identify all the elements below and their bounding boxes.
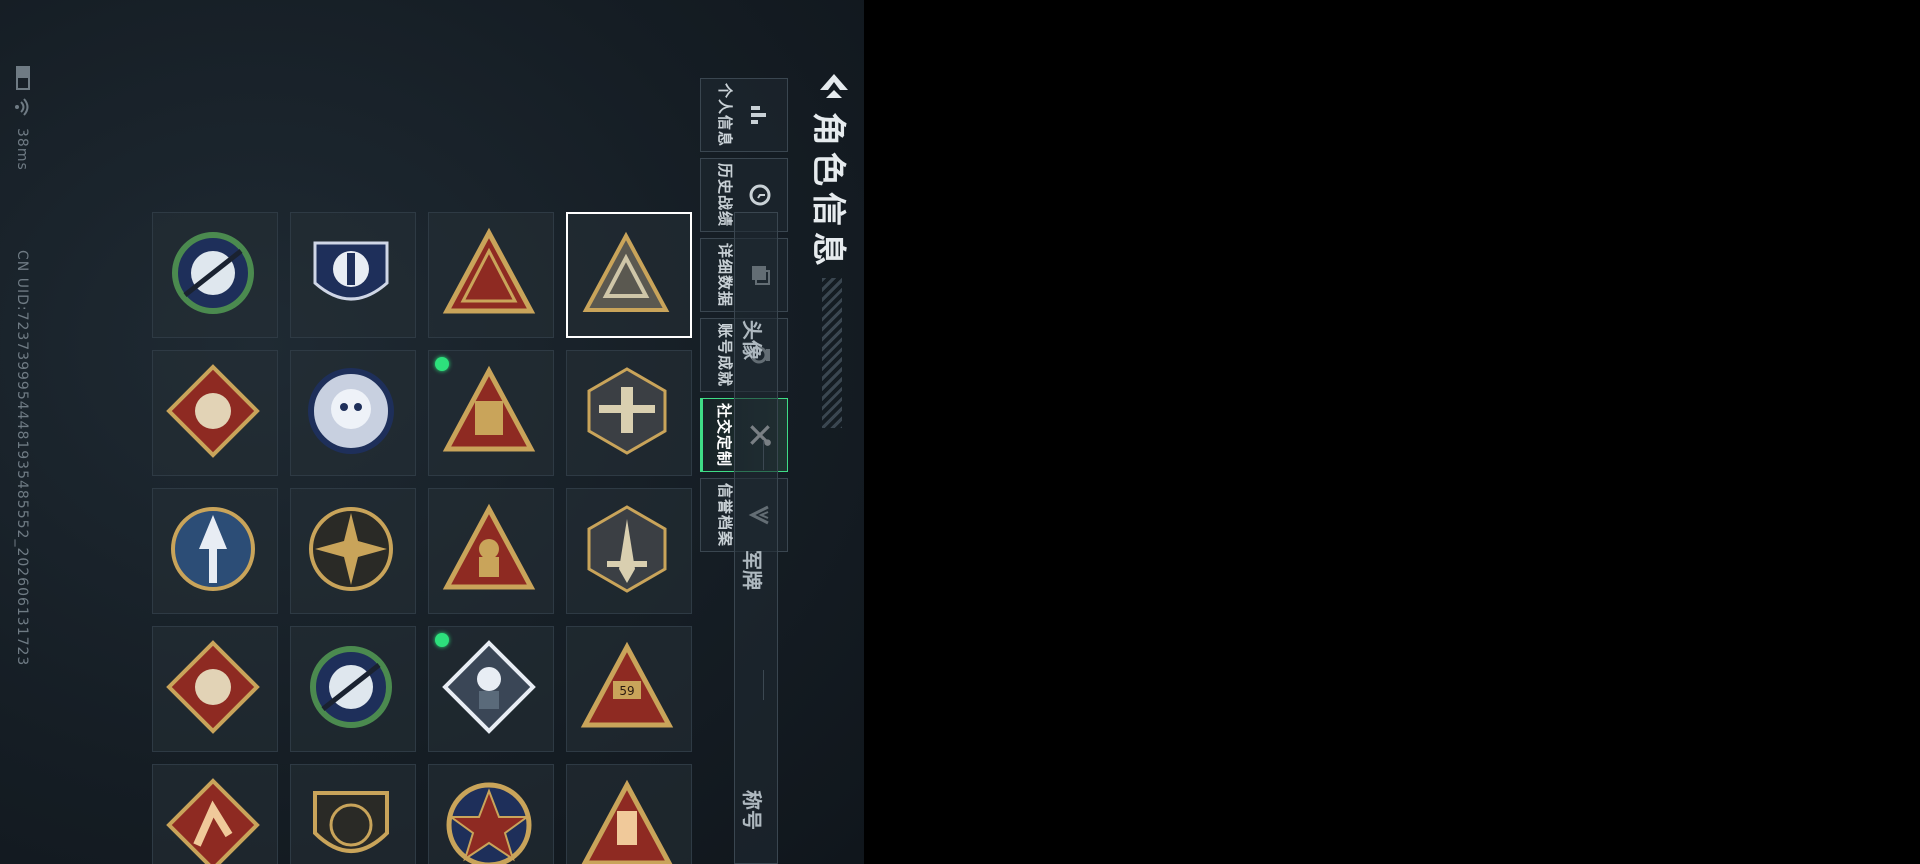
svg-text:59: 59 bbox=[619, 684, 634, 698]
badge-cell[interactable] bbox=[152, 212, 278, 338]
back-arrow-icon bbox=[820, 74, 848, 98]
bar-chart-icon bbox=[743, 103, 773, 127]
gun-shield-emblem-icon bbox=[301, 775, 401, 864]
badge-cell[interactable] bbox=[290, 350, 416, 476]
fist-diamond-emblem-icon bbox=[439, 637, 539, 741]
clock-icon bbox=[743, 183, 773, 207]
rotated-content: 角色信息 个人信息 历史战绩 详细数据 账号成就 社交定制 信誉档案 头像 军牌 称号 59 … bbox=[0, 0, 864, 864]
tab-label: 社交定制 bbox=[715, 402, 734, 467]
new-indicator-dot bbox=[435, 357, 449, 371]
category-divider bbox=[763, 440, 764, 470]
badge-cell[interactable] bbox=[428, 350, 554, 476]
sword-emblem-icon bbox=[577, 499, 677, 603]
category-divider bbox=[763, 670, 764, 700]
aircraft-emblem-icon bbox=[577, 361, 677, 465]
badge-cell[interactable] bbox=[428, 212, 554, 338]
tab-label: 个人信息 bbox=[716, 82, 735, 147]
back-button[interactable] bbox=[816, 68, 852, 104]
badge-cell[interactable] bbox=[152, 350, 278, 476]
battery-icon bbox=[16, 66, 30, 90]
badge-cell[interactable] bbox=[566, 350, 692, 476]
chevron-triangle-emblem-icon bbox=[439, 223, 539, 327]
title-decor bbox=[822, 278, 842, 428]
category-rail bbox=[734, 212, 778, 864]
page-title: 角色信息 bbox=[808, 112, 848, 272]
badge-cell[interactable] bbox=[152, 764, 278, 864]
laurel-shield-emblem-icon bbox=[301, 223, 401, 327]
uid-readout: CN UID:72373999544481935485552_202606131… bbox=[14, 250, 30, 667]
sniper-emblem-icon bbox=[301, 637, 401, 741]
badge-cell[interactable] bbox=[428, 488, 554, 614]
badge-cell[interactable] bbox=[290, 764, 416, 864]
badge-cell[interactable] bbox=[566, 764, 692, 864]
kick-emblem-icon bbox=[163, 775, 263, 864]
badge-cell[interactable] bbox=[290, 626, 416, 752]
crown-59-emblem-icon: 59 bbox=[577, 637, 677, 741]
triangle-emblem-icon bbox=[576, 224, 676, 328]
wifi-icon bbox=[14, 98, 30, 116]
badge-cell[interactable] bbox=[566, 212, 692, 338]
tower-triangle-emblem-icon bbox=[439, 361, 539, 465]
category-tab[interactable]: 头像 bbox=[739, 320, 768, 360]
dragon-emblem-icon bbox=[163, 637, 263, 741]
star-medal-emblem-icon bbox=[439, 775, 539, 864]
badge-cell[interactable] bbox=[290, 488, 416, 614]
sunburst-emblem-icon bbox=[301, 499, 401, 603]
wolf-emblem-icon bbox=[163, 361, 263, 465]
badge-cell[interactable] bbox=[152, 626, 278, 752]
hand-sign-emblem-icon bbox=[577, 775, 677, 864]
category-tab[interactable]: 军牌 bbox=[739, 550, 768, 590]
tab-bar-chart[interactable]: 个人信息 bbox=[700, 78, 788, 152]
soldier-triangle-emblem-icon bbox=[439, 499, 539, 603]
badge-cell[interactable] bbox=[566, 488, 692, 614]
ping-readout: 38ms bbox=[14, 128, 30, 171]
character-info-screen: 角色信息 个人信息 历史战绩 详细数据 账号成就 社交定制 信誉档案 头像 军牌 称号 59 … bbox=[0, 0, 864, 864]
new-indicator-dot bbox=[435, 633, 449, 647]
badge-cell[interactable] bbox=[428, 626, 554, 752]
badge-cell[interactable] bbox=[428, 764, 554, 864]
category-tab[interactable]: 称号 bbox=[739, 790, 768, 830]
arrow-emblem-icon bbox=[163, 499, 263, 603]
badge-cell[interactable] bbox=[290, 212, 416, 338]
badge-cell[interactable]: 59 bbox=[566, 626, 692, 752]
rifle-crosshair-emblem-icon bbox=[163, 223, 263, 327]
badge-cell[interactable] bbox=[152, 488, 278, 614]
skull-emblem-icon bbox=[301, 361, 401, 465]
